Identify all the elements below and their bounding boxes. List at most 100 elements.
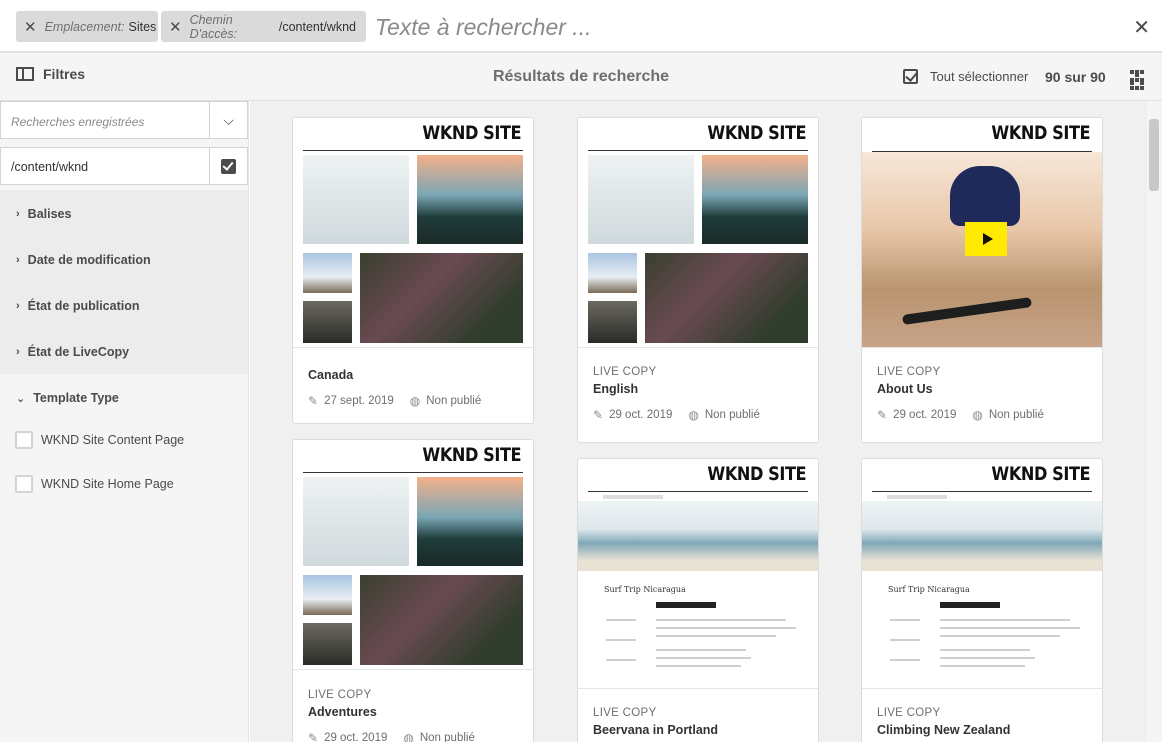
beach-image [578,501,818,571]
card-info: Canada ✎ 27 sept. 2019 ◍ Non publié [308,364,481,408]
scrollbar-thumb[interactable] [1149,119,1159,191]
accordion-label: État de LiveCopy [27,345,130,359]
search-input[interactable] [375,12,1075,42]
landscape-image [303,623,352,665]
result-card[interactable]: WKND SITE LIVE COPY English ✎ 29 oct. 20… [577,117,819,443]
path-browse-button[interactable] [209,148,247,184]
snippet-tabs [940,602,1000,608]
path-value: /content/wknd [11,160,89,174]
skater-image [303,477,409,566]
card-thumbnail: WKND SITE [862,118,1102,348]
chevron-right-icon: › [16,254,20,266]
remove-tag-icon[interactable]: ✕ [24,18,37,36]
card-info: LIVE COPY Beervana in Portland [593,707,718,737]
result-card[interactable]: WKND SITE Surf Trip Nicaragua LIVE COPY … [861,458,1103,742]
accordion-livecopy-status[interactable]: › État de LiveCopy [16,345,129,359]
brand-logo: WKND SITE [422,122,521,144]
scrollbar[interactable] [1147,101,1162,742]
pencil-icon: ✎ [593,408,604,422]
pencil-icon: ✎ [877,408,888,422]
brand-logo: WKND SITE [707,122,806,144]
snippet-title: Surf Trip Nicaragua [888,585,970,594]
checkbox-icon [221,158,236,174]
saved-searches-placeholder: Recherches enregistrées [11,115,145,129]
live-copy-label: LIVE COPY [593,366,657,378]
result-card[interactable]: WKND SITE Surf Trip Nicaragua LIVE COPY … [577,458,819,742]
option-label: WKND Site Content Page [41,433,185,447]
mountain-image [588,253,637,293]
accordion-label: Balises [27,207,72,221]
card-date: 29 oct. 2019 [609,409,673,421]
accordion-label: Template Type [33,391,119,405]
template-option-home-page[interactable]: WKND Site Home Page [15,475,174,493]
search-tag-location[interactable]: ✕ Emplacement: Sites [16,11,158,42]
select-all-label: Tout sélectionner [930,69,1029,84]
card-meta: ✎ 29 oct. 2019 ◍ Non publié [308,731,475,742]
card-date: 29 oct. 2019 [893,409,957,421]
chevron-down-icon[interactable]: ⌵ [209,102,247,138]
globe-icon: ◍ [688,408,699,422]
play-icon[interactable] [965,222,1007,256]
accordion-publication-status[interactable]: › État de publication [16,299,139,313]
results-grid: WKND SITE Canada ✎ 27 sept. 2019 ◍ Non p… [250,101,1147,742]
template-option-content-page[interactable]: WKND Site Content Page [15,431,184,449]
chevron-right-icon: › [16,208,20,220]
card-title: Adventures [308,705,377,719]
accordion-template-type[interactable]: ⌄ Template Type [16,391,119,405]
card-info: LIVE COPY Adventures ✎ 29 oct. 2019 ◍ No… [308,689,475,742]
accordion-label: État de publication [27,299,140,313]
saved-searches-select[interactable]: Recherches enregistrées ⌵ [0,101,248,139]
skater-figure [950,166,1020,226]
live-copy-label: LIVE COPY [877,366,941,378]
result-card[interactable]: WKND SITE LIVE COPY About Us ✎ 29 oct. 2… [861,117,1103,443]
close-icon[interactable]: ✕ [1133,15,1150,40]
pencil-icon: ✎ [308,731,319,742]
beach-image [862,501,1102,571]
result-card[interactable]: WKND SITE LIVE COPY Adventures ✎ 29 oct.… [292,439,534,742]
checkbox[interactable] [15,431,33,449]
accordion-label: Date de modification [27,253,151,267]
card-meta: ✎ 29 oct. 2019 ◍ Non publié [593,408,760,422]
skater-image [303,155,409,244]
tag-key: Chemin D'accès: [189,12,238,41]
card-meta: ✎ 27 sept. 2019 ◍ Non publié [308,394,481,408]
globe-icon: ◍ [403,731,414,742]
skater-image [588,155,694,244]
chevron-right-icon: › [16,300,20,312]
remove-tag-icon[interactable]: ✕ [169,18,182,36]
landscape-image [588,301,637,343]
pencil-icon: ✎ [308,394,319,408]
select-all-button[interactable]: Tout sélectionner [903,69,1028,84]
card-title: English [593,382,639,396]
accordion-tags[interactable]: › Balises [16,207,71,221]
card-thumbnail: WKND SITE [578,118,818,348]
card-date: 27 sept. 2019 [324,395,394,407]
result-card[interactable]: WKND SITE Canada ✎ 27 sept. 2019 ◍ Non p… [292,117,534,424]
card-title: Beervana in Portland [593,723,719,737]
tag-value: Sites [128,19,157,34]
chevron-right-icon: › [16,346,20,358]
skatepark-image [417,155,523,244]
card-status: Non publié [426,395,482,407]
search-tag-path[interactable]: ✕ Chemin D'accès: /content/wknd [161,11,366,42]
brand-logo: WKND SITE [422,444,521,466]
action-bar: Filtres Résultats de recherche Tout séle… [0,53,1162,101]
card-title: Canada [308,368,354,382]
live-copy-label: LIVE COPY [308,689,372,701]
feature-image [645,253,808,343]
globe-icon: ◍ [409,394,421,408]
checkbox[interactable] [15,475,33,493]
card-info: LIVE COPY Climbing New Zealand [877,707,1010,737]
card-thumbnail: WKND SITE Surf Trip Nicaragua [862,459,1102,689]
landscape-image [303,301,352,343]
filter-rail: Recherches enregistrées ⌵ /content/wknd … [0,101,249,742]
path-field[interactable]: /content/wknd [0,147,248,185]
card-status: Non publié [704,409,760,421]
result-count: 90 sur 90 [1045,69,1106,85]
tag-key: Emplacement: [44,19,125,34]
accordion-modified-date[interactable]: › Date de modification [16,253,151,267]
snippet-tabs [656,602,716,608]
card-title: Climbing New Zealand [877,723,1011,737]
live-copy-label: LIVE COPY [877,707,941,719]
view-switcher-icon[interactable] [1130,70,1144,90]
